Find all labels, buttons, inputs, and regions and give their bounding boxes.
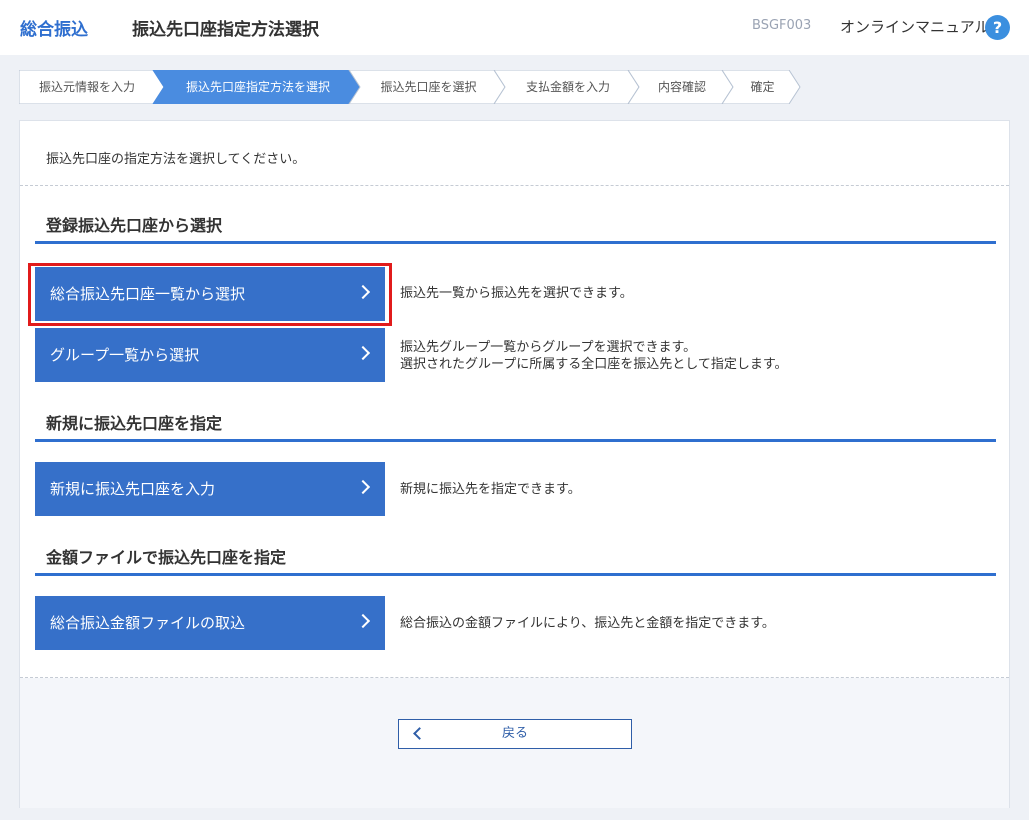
page-title: 振込先口座指定方法選択 bbox=[132, 20, 319, 40]
back-button[interactable]: 戻る bbox=[398, 719, 632, 749]
back-button-label: 戻る bbox=[501, 726, 528, 741]
header: 総合振込 振込先口座指定方法選択 BSGF003 オンラインマニュアル ? bbox=[0, 0, 1029, 55]
chevron-right-icon bbox=[355, 284, 371, 300]
help-circle-icon[interactable]: ? bbox=[985, 15, 1010, 40]
instruction-text: 振込先口座の指定方法を選択してください。 bbox=[46, 152, 306, 167]
step-6-label: 確定 bbox=[750, 80, 775, 94]
section-rule bbox=[35, 439, 996, 442]
online-manual-link[interactable]: オンラインマニュアル bbox=[840, 16, 990, 37]
option-description-line-1: 振込先グループ一覧からグループを選択できます。 bbox=[400, 340, 697, 355]
chevron-right-icon bbox=[355, 345, 371, 361]
section-rule bbox=[35, 241, 996, 244]
step-3-label: 振込先口座を選択 bbox=[380, 80, 477, 94]
option-description: 新規に振込先を指定できます。 bbox=[400, 482, 581, 497]
screen-id: BSGF003 bbox=[752, 18, 812, 33]
chevron-right-icon bbox=[355, 613, 371, 629]
button-label: 総合振込先口座一覧から選択 bbox=[50, 285, 246, 303]
step-progress-bar: 振込元情報を入力 振込先口座指定方法を選択 振込先口座を選択 支払金額を入力 内… bbox=[19, 70, 801, 104]
option-description: 総合振込の金額ファイルにより、振込先と金額を指定できます。 bbox=[400, 616, 775, 631]
import-amount-file-button[interactable]: 総合振込金額ファイルの取込 bbox=[35, 596, 385, 650]
enter-new-payee-button[interactable]: 新規に振込先口座を入力 bbox=[35, 462, 385, 516]
select-from-payee-list-button[interactable]: 総合振込先口座一覧から選択 bbox=[35, 267, 385, 321]
section-rule bbox=[35, 573, 996, 576]
button-label: 総合振込金額ファイルの取込 bbox=[50, 614, 246, 632]
section-title-file: 金額ファイルで振込先口座を指定 bbox=[46, 548, 287, 567]
button-label: グループ一覧から選択 bbox=[50, 346, 200, 364]
select-from-group-list-button[interactable]: グループ一覧から選択 bbox=[35, 328, 385, 382]
divider bbox=[20, 185, 1009, 186]
section-title-registered: 登録振込先口座から選択 bbox=[46, 216, 223, 235]
option-description-line-2: 選択されたグループに所属する全口座を振込先として指定します。 bbox=[400, 357, 788, 372]
button-label: 新規に振込先口座を入力 bbox=[50, 480, 216, 498]
section-title-new: 新規に振込先口座を指定 bbox=[46, 414, 223, 433]
chevron-right-icon bbox=[355, 479, 371, 495]
step-2-label: 振込先口座指定方法を選択 bbox=[185, 80, 330, 94]
step-5-label: 内容確認 bbox=[657, 80, 706, 94]
option-description: 振込先一覧から振込先を選択できます。 bbox=[400, 286, 633, 301]
step-4-label: 支払金額を入力 bbox=[525, 80, 610, 94]
main-panel: 振込先口座の指定方法を選択してください。 登録振込先口座から選択 総合振込先口座… bbox=[19, 120, 1010, 808]
divider bbox=[20, 677, 1009, 678]
brand-title[interactable]: 総合振込 bbox=[20, 15, 88, 40]
step-1-label: 振込元情報を入力 bbox=[38, 80, 135, 94]
